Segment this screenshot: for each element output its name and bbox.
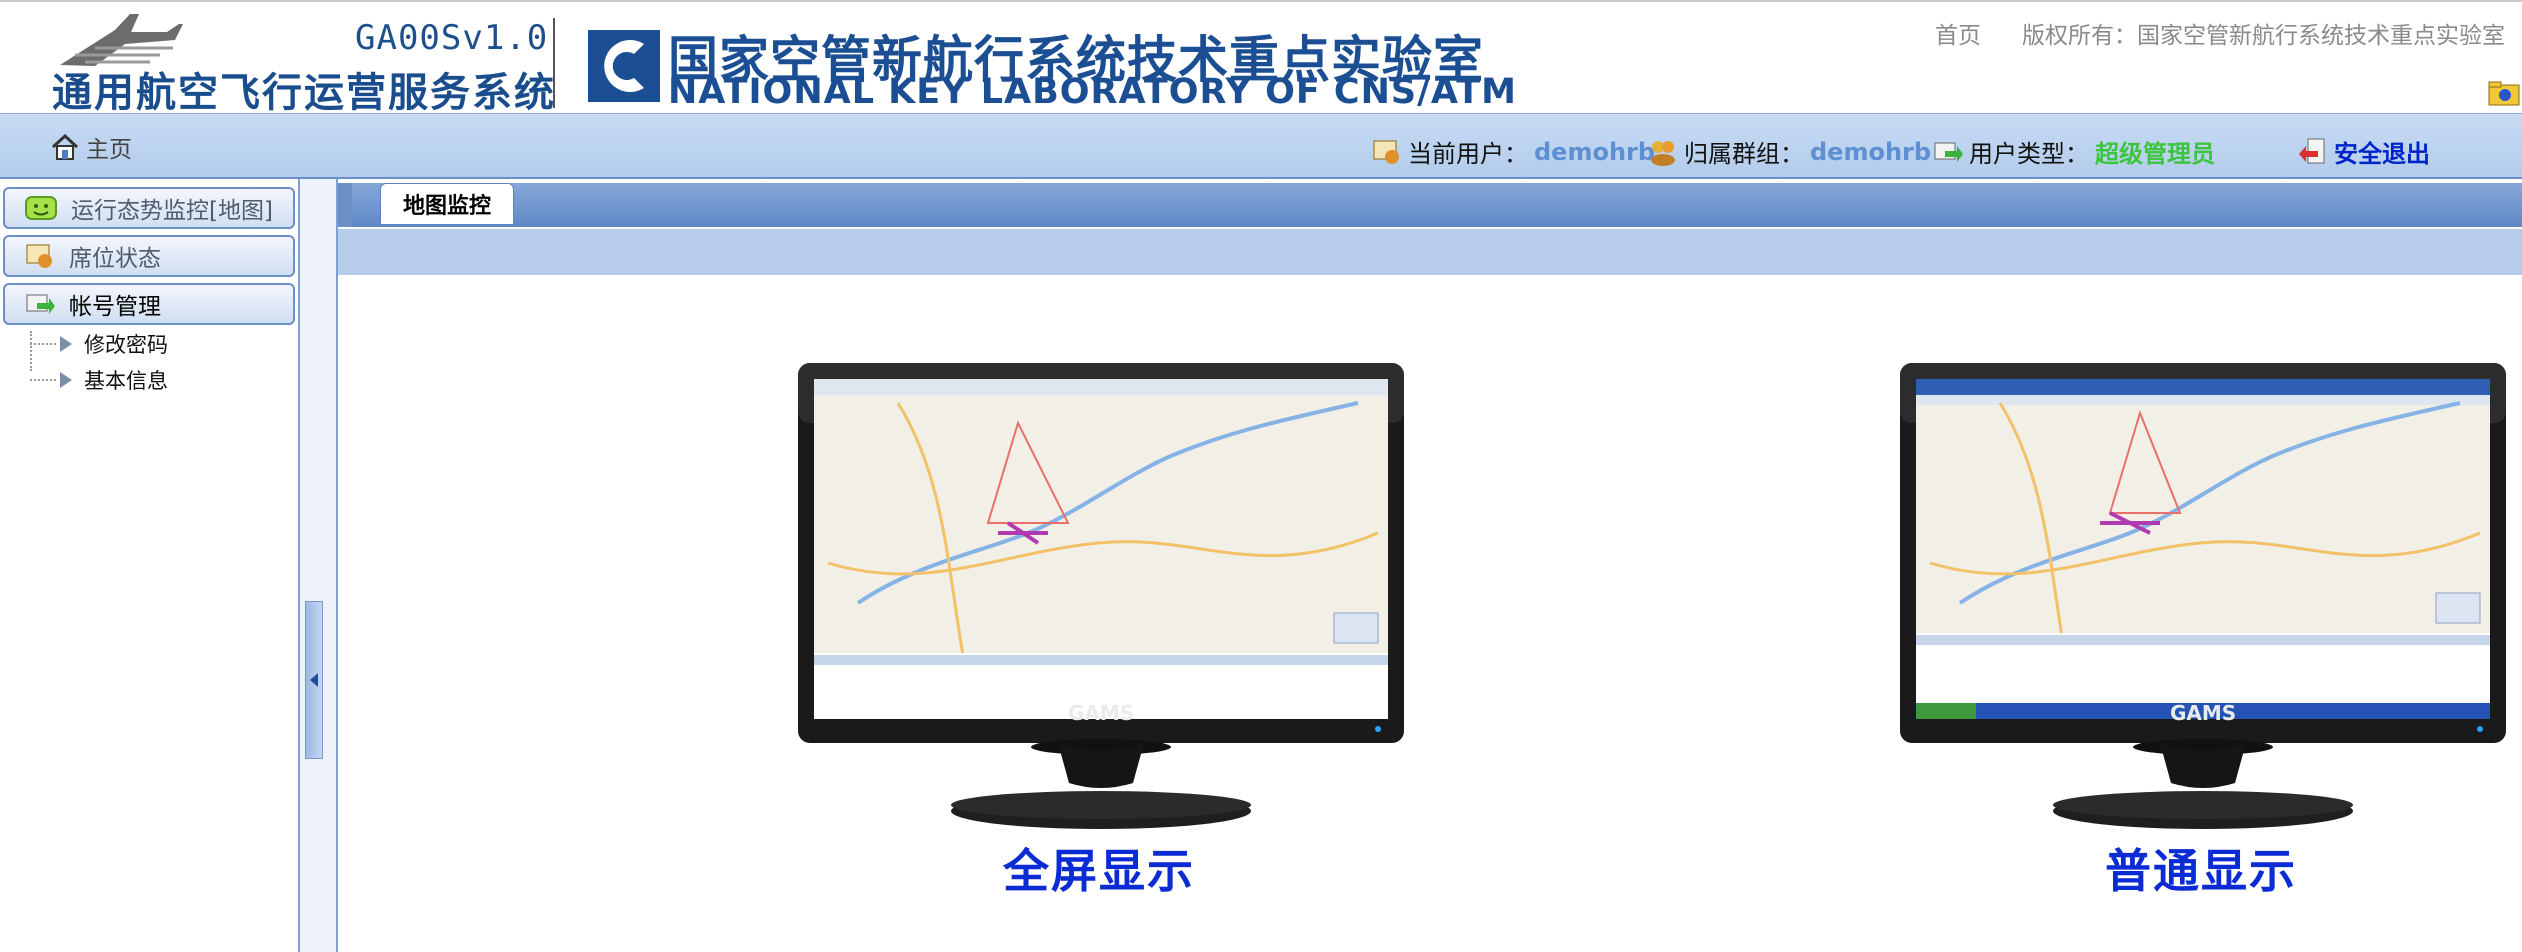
group-info: 归属群组： demohrb xyxy=(1648,134,1931,169)
sidebar-item-account[interactable]: 帐号管理 xyxy=(3,283,295,325)
sidebar-item-label: 运行态势监控[地图] xyxy=(71,198,273,224)
toolbar-strip xyxy=(338,229,2522,275)
fullscreen-display-button[interactable]: 全屏显示 xyxy=(1003,835,1195,901)
app-name: 通用航空飞行运营服务系统 xyxy=(52,70,556,116)
monitor-fullscreen-image xyxy=(798,363,1404,829)
current-user-value: demohrb xyxy=(1534,137,1656,166)
collapse-sidebar-handle[interactable] xyxy=(305,601,323,759)
monitor-normal-image xyxy=(1900,363,2506,829)
chevron-left-icon xyxy=(310,673,318,687)
tree-item-label: 基本信息 xyxy=(84,369,168,393)
tree-connector xyxy=(30,342,56,346)
nav-home-label: 主页 xyxy=(86,137,132,163)
main-content: 地图监控 GAMS 全屏显示 GAMS 普通显示 xyxy=(338,179,2522,952)
tab-map-monitor[interactable]: 地图监控 xyxy=(380,183,515,224)
tree-item-basic-info[interactable]: 基本信息 xyxy=(30,365,168,395)
current-user-info: 当前用户： demohrb xyxy=(1372,134,1655,169)
nav-home-link[interactable]: 主页 xyxy=(50,130,132,164)
user-type-value: 超级管理员 xyxy=(2095,140,2215,168)
nav-bar: 主页 当前用户： demohrb 归属群组： demohrb 用户类型： 超级管… xyxy=(0,113,2522,179)
lab-name-en: NATIONAL KEY LABORATORY OF CNS/ATM xyxy=(668,72,1517,112)
home-link[interactable]: 首页 xyxy=(1935,16,1981,50)
home-icon xyxy=(51,133,79,160)
tree-item-label: 修改密码 xyxy=(84,333,168,357)
tree-connector xyxy=(30,378,56,382)
current-user-label: 当前用户： xyxy=(1408,140,1528,168)
sidebar-item-map-monitor[interactable]: 运行态势监控[地图] xyxy=(3,187,295,229)
monitor-brand: GAMS xyxy=(1068,701,1135,725)
folder-star-icon[interactable] xyxy=(2488,80,2520,106)
page-header: GA00Sv1.0 通用航空飞行运营服务系统 国家空管新航行系统技术重点实验室 … xyxy=(0,0,2522,116)
monitor-brand: GAMS xyxy=(2170,701,2237,725)
user-card-icon xyxy=(26,244,52,268)
normal-display-button[interactable]: 普通显示 xyxy=(2105,835,2297,901)
logout-icon xyxy=(2299,138,2325,163)
app-version: GA00Sv1.0 xyxy=(355,18,549,58)
triangle-right-icon xyxy=(60,372,72,388)
fullscreen-monitor[interactable]: GAMS 全屏显示 xyxy=(798,363,1404,898)
sidebar-splitter xyxy=(300,179,338,952)
user-account-icon xyxy=(26,294,55,314)
group-label: 归属群组： xyxy=(1684,140,1804,168)
monitor-face-icon xyxy=(25,196,57,220)
sidebar-item-label: 席位状态 xyxy=(69,246,161,272)
user-type-info: 用户类型： 超级管理员 xyxy=(1933,134,2215,169)
tab-strip: 地图监控 xyxy=(338,183,2522,227)
tree-item-change-password[interactable]: 修改密码 xyxy=(30,329,168,359)
logout-link[interactable]: 安全退出 xyxy=(2298,134,2430,169)
group-value: demohrb xyxy=(1810,137,1932,166)
sidebar-item-seat-status[interactable]: 席位状态 xyxy=(3,235,295,277)
header-divider xyxy=(553,18,555,108)
user-type-icon xyxy=(1934,142,1963,162)
normal-monitor[interactable]: GAMS 普通显示 xyxy=(1900,363,2506,898)
logout-label: 安全退出 xyxy=(2334,140,2430,168)
lab-logo-icon xyxy=(588,30,660,102)
user-group-icon xyxy=(1651,140,1675,166)
sidebar: 运行态势监控[地图] 席位状态 帐号管理 修改密码 基本信息 xyxy=(0,179,300,952)
copyright-text: 版权所有：国家空管新航行系统技术重点实验室 xyxy=(2022,23,2505,49)
triangle-right-icon xyxy=(60,336,72,352)
sidebar-item-label: 帐号管理 xyxy=(69,294,161,320)
user-card-icon xyxy=(1373,140,1399,164)
user-type-label: 用户类型： xyxy=(1969,140,2089,168)
